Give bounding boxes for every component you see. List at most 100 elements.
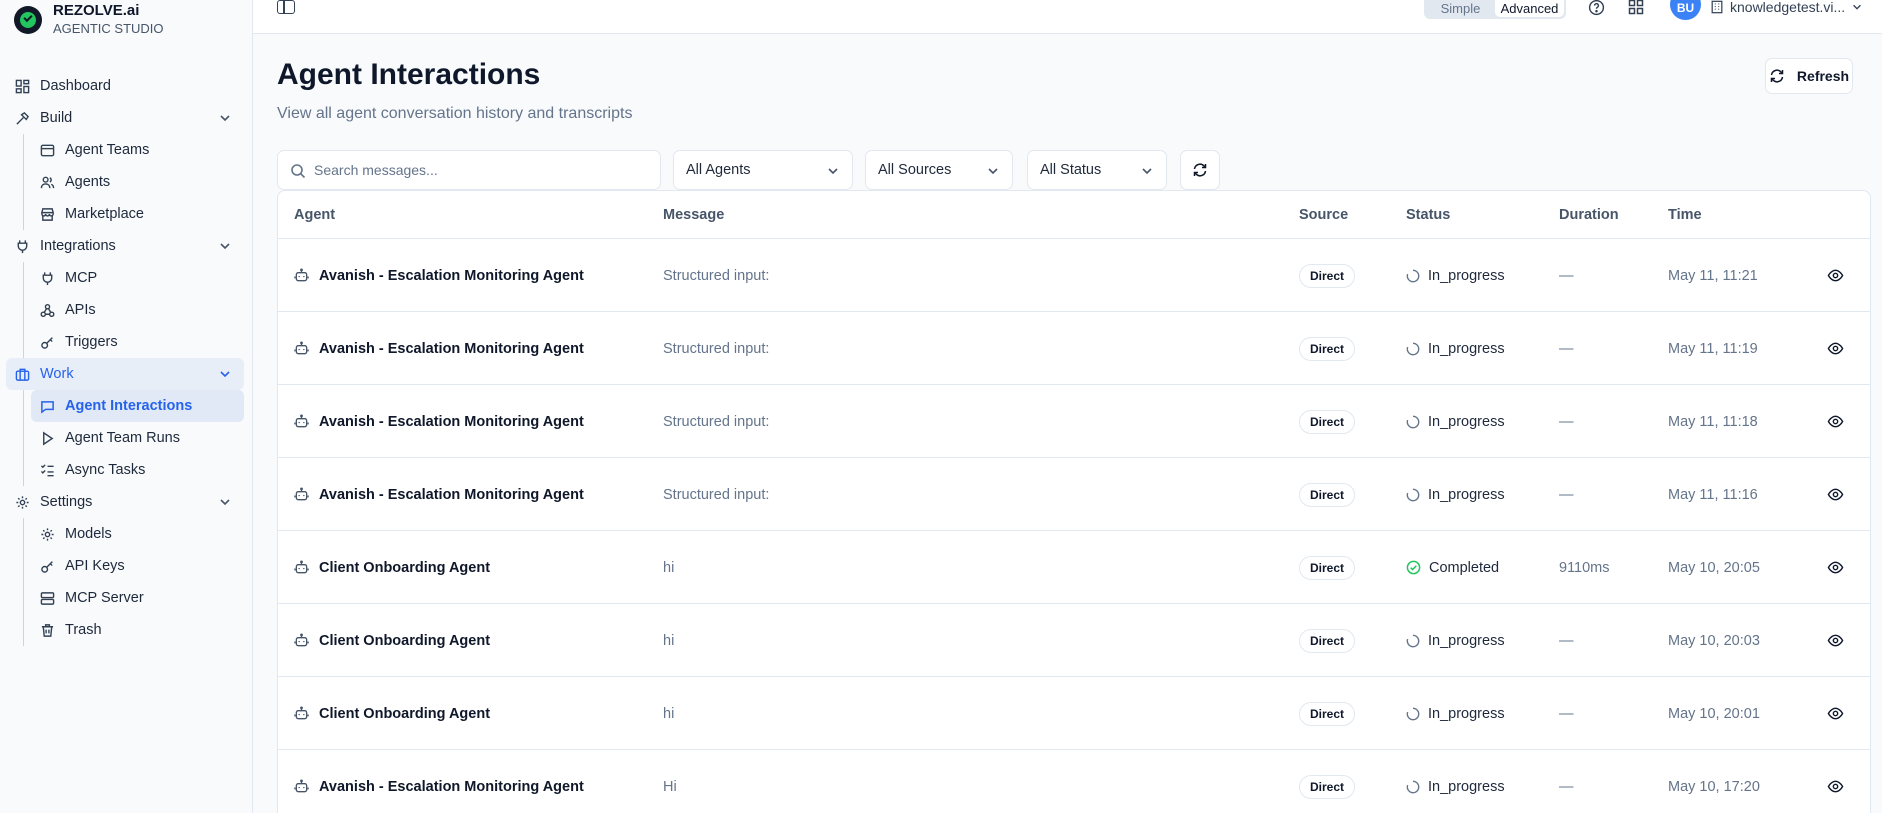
message-cell: Structured input: bbox=[663, 486, 770, 503]
status-cell: In_progress bbox=[1406, 750, 1505, 813]
loader-icon bbox=[1406, 415, 1420, 429]
bot-icon bbox=[294, 633, 309, 648]
table-row[interactable]: Avanish - Escalation Monitoring Agent Str… bbox=[278, 239, 1870, 312]
column-header-source[interactable]: Source bbox=[1299, 207, 1348, 223]
view-button[interactable] bbox=[1827, 531, 1844, 604]
help-icon[interactable] bbox=[1587, 0, 1605, 16]
eye-icon bbox=[1827, 486, 1844, 503]
column-header-message[interactable]: Message bbox=[663, 207, 724, 223]
sidebar-item-agent-interactions[interactable]: Agent Interactions bbox=[31, 390, 244, 422]
source-cell: Direct bbox=[1299, 604, 1356, 677]
agent-name: Avanish - Escalation Monitoring Agent bbox=[319, 486, 584, 503]
sidebar-item-label: Dashboard bbox=[40, 78, 111, 94]
table-row[interactable]: Avanish - Escalation Monitoring Agent Str… bbox=[278, 312, 1870, 385]
sidebar-item-label: API Keys bbox=[65, 558, 125, 574]
source-cell: Direct bbox=[1299, 239, 1356, 312]
view-button[interactable] bbox=[1827, 385, 1844, 458]
sidebar-item-triggers[interactable]: Triggers bbox=[31, 326, 244, 358]
reload-filters-button[interactable] bbox=[1180, 150, 1220, 190]
sidebar-item-apis[interactable]: APIs bbox=[31, 294, 244, 326]
refresh-button[interactable]: Refresh bbox=[1765, 58, 1853, 94]
chevron-down-icon bbox=[220, 243, 230, 250]
eye-icon bbox=[1827, 705, 1844, 722]
sidebar-item-agents[interactable]: Agents bbox=[31, 166, 244, 198]
key-icon bbox=[39, 334, 55, 350]
sidebar-item-label: Trash bbox=[65, 622, 102, 638]
sidebar-item-agent-teams[interactable]: Agent Teams bbox=[31, 134, 244, 166]
duration-cell: — bbox=[1559, 778, 1574, 795]
play-icon bbox=[39, 430, 55, 446]
agent-name: Client Onboarding Agent bbox=[319, 705, 491, 722]
mode-simple-button[interactable]: Simple bbox=[1426, 0, 1495, 17]
eye-icon bbox=[1827, 778, 1844, 795]
status-cell: In_progress bbox=[1406, 604, 1505, 677]
avatar[interactable]: BU bbox=[1670, 0, 1701, 20]
table-row[interactable]: Avanish - Escalation Monitoring Agent Hi D… bbox=[278, 750, 1870, 813]
apps-grid-icon[interactable] bbox=[1627, 0, 1645, 16]
source-cell: Direct bbox=[1299, 312, 1356, 385]
source-badge: Direct bbox=[1299, 701, 1356, 726]
column-header-time[interactable]: Time bbox=[1668, 207, 1702, 223]
table-row[interactable]: Client Onboarding Agent hi Direct Completed… bbox=[278, 531, 1870, 604]
sidebar-item-marketplace[interactable]: Marketplace bbox=[31, 198, 244, 230]
agents-select[interactable]: All Agents bbox=[673, 150, 853, 190]
integrations-subnav: MCP APIs Triggers bbox=[23, 262, 244, 358]
view-button[interactable] bbox=[1827, 458, 1844, 531]
eye-icon bbox=[1827, 559, 1844, 576]
brand-logo-icon bbox=[14, 6, 42, 34]
view-button[interactable] bbox=[1827, 604, 1844, 677]
time-cell: May 10, 20:05 bbox=[1668, 559, 1760, 576]
sidebar-toggle-icon[interactable] bbox=[277, 0, 295, 14]
message-cell: Structured input: bbox=[663, 267, 770, 284]
status-select[interactable]: All Status bbox=[1027, 150, 1167, 190]
table-row[interactable]: Client Onboarding Agent hi Direct In_progre… bbox=[278, 677, 1870, 750]
message-cell: Structured input: bbox=[663, 413, 770, 430]
sidebar-item-api-keys[interactable]: API Keys bbox=[31, 550, 244, 582]
sidebar-item-async-tasks[interactable]: Async Tasks bbox=[31, 454, 244, 486]
view-button[interactable] bbox=[1827, 239, 1844, 312]
table-row[interactable]: Avanish - Escalation Monitoring Agent Str… bbox=[278, 385, 1870, 458]
column-header-agent[interactable]: Agent bbox=[294, 207, 335, 223]
sidebar-group-settings[interactable]: Settings bbox=[6, 486, 244, 518]
sidebar-item-trash[interactable]: Trash bbox=[31, 614, 244, 646]
sidebar-item-agent-team-runs[interactable]: Agent Team Runs bbox=[31, 422, 244, 454]
plug-icon bbox=[39, 270, 55, 286]
table-row[interactable]: Avanish - Escalation Monitoring Agent Str… bbox=[278, 458, 1870, 531]
sidebar-group-build[interactable]: Build bbox=[6, 102, 244, 134]
source-cell: Direct bbox=[1299, 750, 1356, 813]
source-badge: Direct bbox=[1299, 628, 1356, 653]
sidebar-item-mcp-server[interactable]: MCP Server bbox=[31, 582, 244, 614]
sidebar: REZOLVE.ai AGENTIC STUDIO Dashboard Buil… bbox=[0, 0, 253, 813]
column-header-status[interactable]: Status bbox=[1406, 207, 1450, 223]
mode-switch: Simple Advanced bbox=[1424, 0, 1566, 19]
table-row[interactable]: Client Onboarding Agent hi Direct In_progre… bbox=[278, 604, 1870, 677]
view-button[interactable] bbox=[1827, 312, 1844, 385]
brand[interactable]: REZOLVE.ai AGENTIC STUDIO bbox=[14, 2, 164, 37]
view-button[interactable] bbox=[1827, 750, 1844, 813]
eye-icon bbox=[1827, 267, 1844, 284]
status-cell: In_progress bbox=[1406, 458, 1505, 531]
status-text: Completed bbox=[1429, 559, 1500, 576]
dashboard-icon bbox=[14, 78, 30, 94]
check-circle-icon bbox=[1406, 560, 1421, 575]
agent-name: Avanish - Escalation Monitoring Agent bbox=[319, 267, 584, 284]
sidebar-item-dashboard[interactable]: Dashboard bbox=[6, 70, 244, 102]
duration-cell: — bbox=[1559, 486, 1574, 503]
sidebar-item-mcp[interactable]: MCP bbox=[31, 262, 244, 294]
sources-select[interactable]: All Sources bbox=[865, 150, 1013, 190]
mode-advanced-button[interactable]: Advanced bbox=[1495, 0, 1564, 17]
duration-cell: — bbox=[1559, 705, 1574, 722]
status-text: In_progress bbox=[1428, 705, 1505, 722]
column-header-duration[interactable]: Duration bbox=[1559, 207, 1619, 223]
search-input[interactable] bbox=[314, 151, 644, 189]
view-button[interactable] bbox=[1827, 677, 1844, 750]
webhook-icon bbox=[39, 302, 55, 318]
bot-icon bbox=[294, 779, 309, 794]
build-subnav: Agent Teams Agents Marketplace bbox=[23, 134, 244, 230]
sidebar-item-label: Triggers bbox=[65, 334, 118, 350]
sidebar-item-models[interactable]: Models bbox=[31, 518, 244, 550]
message-icon bbox=[39, 398, 55, 414]
sidebar-group-work[interactable]: Work bbox=[6, 358, 244, 390]
org-switcher[interactable]: knowledgetest.vi... bbox=[1710, 0, 1863, 15]
sidebar-group-integrations[interactable]: Integrations bbox=[6, 230, 244, 262]
